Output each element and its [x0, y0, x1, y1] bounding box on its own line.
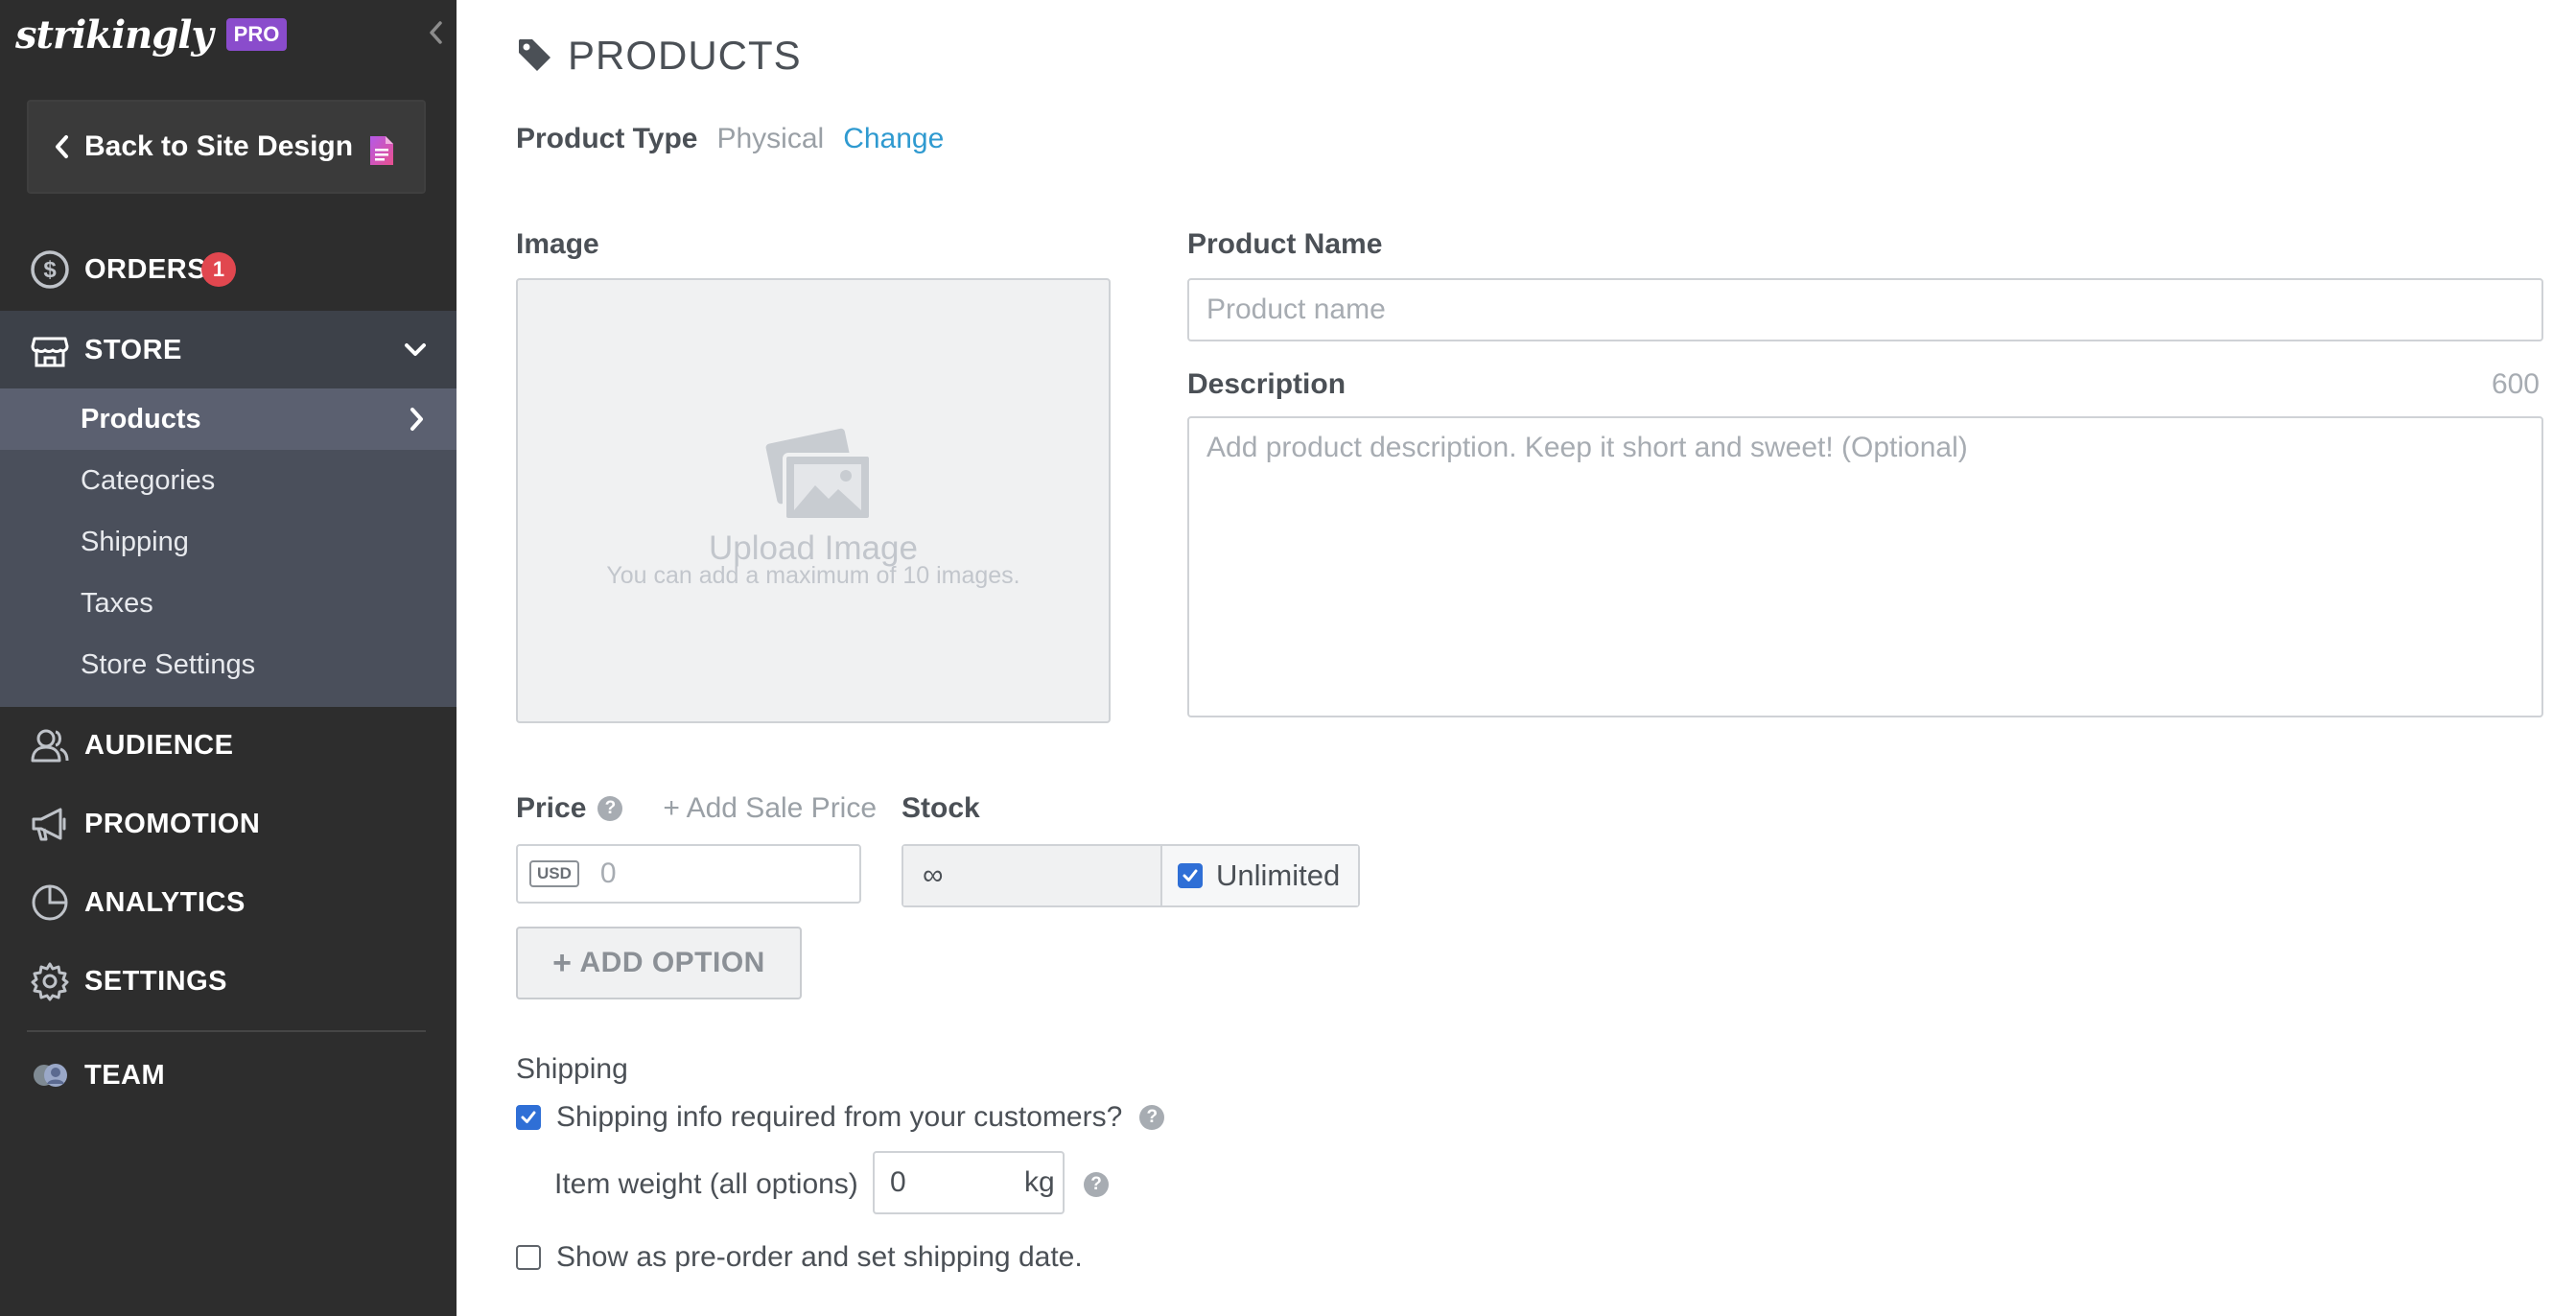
item-weight-field: kg [873, 1151, 1065, 1214]
nav-audience-label: AUDIENCE [84, 729, 234, 761]
product-name-input[interactable] [1187, 278, 2543, 341]
nav-settings-label: SETTINGS [84, 965, 228, 997]
image-upload-area[interactable]: Upload Image You can add a maximum of 10… [516, 278, 1111, 723]
add-option-button[interactable]: + ADD OPTION [516, 927, 802, 999]
submenu-item-label: Taxes [81, 587, 153, 619]
submenu-item-store-settings[interactable]: Store Settings [0, 634, 457, 695]
shipping-help-icon[interactable]: ? [1139, 1105, 1165, 1130]
back-to-site-design-button[interactable]: Back to Site Design [27, 100, 426, 194]
shipping-required-checkbox[interactable] [516, 1105, 541, 1130]
sidebar-divider [27, 1030, 426, 1032]
nav-analytics-label: ANALYTICS [84, 886, 246, 918]
submenu-item-label: Store Settings [81, 648, 256, 680]
weight-unit: kg [1024, 1166, 1055, 1198]
submenu-item-products[interactable]: Products [0, 388, 457, 450]
stock-label: Stock [902, 792, 980, 824]
submenu-item-label: Products [81, 403, 201, 435]
item-weight-input[interactable] [890, 1166, 1024, 1199]
product-type-row: Product Type Physical Change [516, 123, 944, 155]
submenu-item-categories[interactable]: Categories [0, 450, 457, 511]
submenu-item-label: Shipping [81, 526, 189, 557]
chevron-left-icon [56, 135, 68, 158]
price-tag-icon [519, 39, 550, 71]
shipping-required-label: Shipping info required from your custome… [556, 1101, 1123, 1133]
description-textarea[interactable] [1187, 416, 2543, 717]
stock-value: ∞ [903, 846, 1162, 905]
description-label: Description [1187, 368, 1347, 400]
stock-field: ∞ Unlimited [902, 844, 1360, 907]
image-placeholder-icon [765, 428, 873, 522]
submenu-item-label: Categories [81, 464, 216, 496]
unlimited-label: Unlimited [1216, 858, 1341, 892]
add-sale-price-link[interactable]: + Add Sale Price [663, 792, 877, 825]
orders-count-badge: 1 [201, 252, 236, 287]
pie-chart-icon [32, 884, 68, 921]
nav-team[interactable]: TEAM [0, 1036, 457, 1115]
nav-analytics[interactable]: ANALYTICS [0, 863, 457, 942]
price-label-row: Price ? + Add Sale Price [516, 792, 877, 825]
item-weight-label: Item weight (all options) [554, 1168, 858, 1200]
pro-badge: PRO [225, 18, 288, 51]
back-to-site-design-label: Back to Site Design [84, 130, 354, 162]
nav-team-label: TEAM [84, 1059, 166, 1091]
price-field: USD [516, 844, 861, 904]
main-content: PRODUCTS Product Type Physical Change Im… [457, 0, 2576, 1316]
chevron-down-icon [405, 343, 426, 356]
nav-store-label: STORE [84, 334, 182, 365]
description-char-count: 600 [2491, 368, 2540, 400]
svg-text:$: $ [43, 257, 57, 283]
item-weight-help-icon[interactable]: ? [1084, 1172, 1109, 1197]
page-title-text: PRODUCTS [568, 33, 802, 78]
megaphone-icon [32, 808, 66, 841]
strikingly-logo[interactable]: strikingly [15, 12, 214, 58]
add-option-label: ADD OPTION [579, 947, 765, 978]
nav-audience[interactable]: AUDIENCE [0, 706, 457, 785]
preorder-label: Show as pre-order and set shipping date. [556, 1241, 1083, 1273]
nav-store[interactable]: STORE [0, 311, 457, 389]
brand[interactable]: strikingly PRO [15, 6, 288, 63]
plus-icon: + [552, 944, 573, 981]
team-avatars-icon [32, 1063, 67, 1088]
dollar-circle-icon: $ [31, 250, 69, 289]
preorder-row: Show as pre-order and set shipping date. [516, 1241, 1083, 1274]
site-document-icon [370, 136, 393, 165]
sidebar: strikingly PRO Back to Site Design $ ORD… [0, 0, 457, 1316]
nav-promotion[interactable]: PROMOTION [0, 785, 457, 863]
image-label: Image [516, 228, 599, 260]
unlimited-stock-toggle[interactable]: Unlimited [1162, 846, 1358, 905]
preorder-checkbox[interactable] [516, 1245, 541, 1270]
change-product-type-link[interactable]: Change [843, 123, 944, 155]
submenu-item-taxes[interactable]: Taxes [0, 573, 457, 634]
nav-settings[interactable]: SETTINGS [0, 942, 457, 1021]
store-icon [31, 337, 69, 367]
shipping-required-row: Shipping info required from your custome… [516, 1101, 1165, 1134]
price-label: Price [516, 792, 587, 824]
checkmark-icon [521, 1111, 536, 1123]
unlimited-checkbox[interactable] [1178, 863, 1203, 888]
nav-orders[interactable]: $ ORDERS 1 [0, 230, 457, 309]
checkmark-icon [1183, 869, 1198, 881]
page-title: PRODUCTS [516, 33, 802, 79]
product-name-label: Product Name [1187, 228, 1383, 260]
chevron-left-icon [430, 21, 442, 44]
price-input[interactable] [599, 858, 792, 890]
store-submenu: Products Categories Shipping Taxes Store… [0, 388, 457, 707]
product-type-label: Product Type [516, 123, 698, 154]
price-help-icon[interactable]: ? [597, 796, 623, 821]
nav-orders-label: ORDERS [84, 253, 207, 285]
chevron-right-icon [410, 408, 423, 431]
shipping-label: Shipping [516, 1053, 628, 1085]
nav-promotion-label: PROMOTION [84, 808, 261, 839]
collapse-sidebar-button[interactable] [422, 15, 449, 50]
gear-icon [31, 962, 69, 1001]
upload-image-hint: You can add a maximum of 10 images. [606, 562, 1020, 589]
currency-tag: USD [529, 860, 579, 887]
submenu-item-shipping[interactable]: Shipping [0, 511, 457, 573]
audience-icon [31, 729, 69, 763]
product-type-value: Physical [716, 123, 825, 154]
